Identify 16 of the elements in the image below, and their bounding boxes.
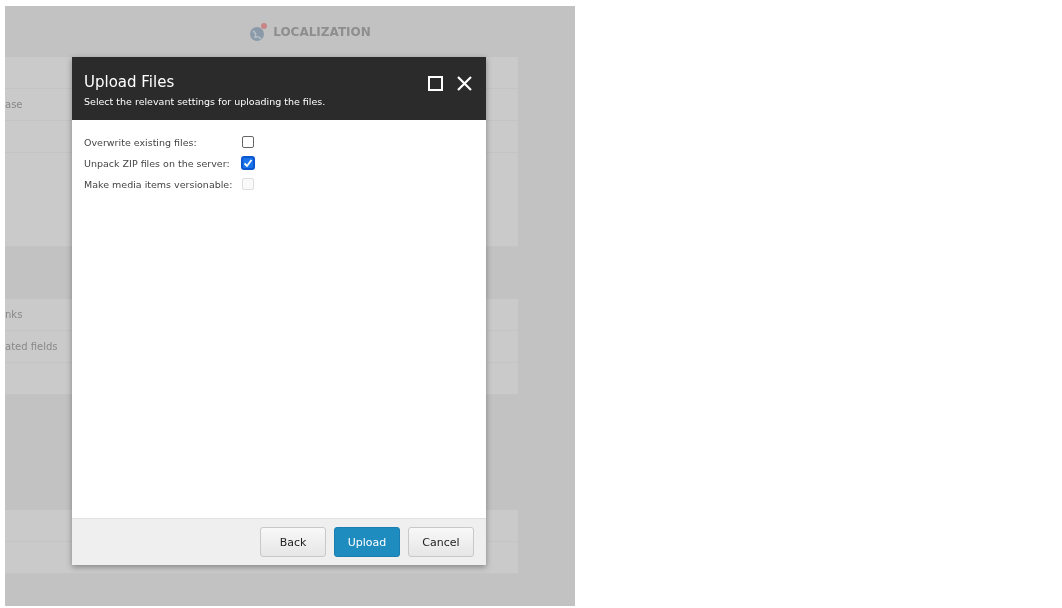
dialog-button[interactable]: Cancel [408,527,474,557]
option-label: Overwrite existing files: [84,136,198,148]
close-icon[interactable] [457,76,472,91]
dialog-button[interactable]: Back [260,527,326,557]
checkbox[interactable] [242,136,254,148]
maximize-icon[interactable] [428,76,443,91]
row-label: nks [5,309,23,320]
row-label: ase [5,99,23,110]
option-label: Make media items versionable: [84,178,234,190]
globe-icon [249,21,270,42]
row-label: ated fields [5,341,58,352]
dialog-subtitle: Select the relevant settings for uploading the files. [84,96,327,107]
option-label: Unpack ZIP files on the server: [84,157,231,169]
checkbox[interactable] [242,157,254,169]
dialog-title: Upload Files [84,73,176,91]
upload-button[interactable]: Upload [334,527,400,557]
